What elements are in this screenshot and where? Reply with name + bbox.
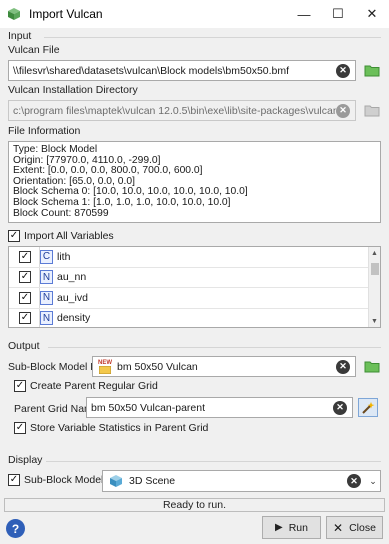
scroll-down-icon[interactable]: ▼ <box>369 315 380 327</box>
list-item[interactable]: ✓ N au_nn <box>9 267 380 288</box>
vulcan-file-value: \\filesvr\shared\datasets\vulcan\Block m… <box>13 64 290 77</box>
subblock-in-checkbox[interactable]: ✓ <box>8 474 20 486</box>
clear-icon[interactable]: ✕ <box>336 359 350 374</box>
folder-icon[interactable] <box>364 64 380 77</box>
create-parent-row[interactable]: ✓ Create Parent Regular Grid <box>14 380 158 392</box>
output-group-line <box>48 347 381 348</box>
subblock-in-label: Sub-Block Model in <box>24 474 115 486</box>
variable-name: density <box>57 312 91 325</box>
maximize-button[interactable]: ☐ <box>321 0 355 28</box>
vulcan-file-field[interactable]: \\filesvr\shared\datasets\vulcan\Block m… <box>8 60 356 81</box>
list-item[interactable]: ✓ N density <box>9 308 380 327</box>
store-stats-row[interactable]: ✓ Store Variable Statistics in Parent Gr… <box>14 422 208 434</box>
store-stats-checkbox[interactable]: ✓ <box>14 422 26 434</box>
run-button[interactable]: ▶ Run <box>262 516 321 539</box>
help-icon[interactable]: ? <box>6 519 25 538</box>
variable-name: au_ivd <box>57 291 88 304</box>
list-scrollbar[interactable]: ▲ ▼ <box>368 247 380 327</box>
scene-dropdown[interactable]: 3D Scene ✕ ⌄ <box>102 470 381 492</box>
vulcan-file-label: Vulcan File <box>8 44 60 56</box>
file-info-label: File Information <box>8 125 81 137</box>
parent-grid-value: bm 50x50 Vulcan-parent <box>91 401 206 414</box>
new-file-icon: NEW <box>97 360 113 374</box>
list-item[interactable]: ✓ C lith <box>9 247 380 268</box>
type-badge: N <box>40 270 53 285</box>
input-section-label: Input <box>8 30 32 42</box>
variable-checkbox[interactable]: ✓ <box>19 250 31 263</box>
close-icon: ✕ <box>333 520 344 535</box>
subblock-in-row[interactable]: ✓ Sub-Block Model in <box>8 474 114 486</box>
vulcan-cube-icon <box>8 8 20 20</box>
variable-checkbox[interactable]: ✓ <box>19 271 31 284</box>
display-section-label: Display <box>8 454 43 466</box>
variable-name: au_nn <box>57 271 87 284</box>
import-all-label: Import All Variables <box>24 230 114 242</box>
create-parent-label: Create Parent Regular Grid <box>30 380 158 392</box>
type-badge: N <box>40 311 53 326</box>
variables-list[interactable]: ✓ C lith ✓ N au_nn ✓ N au_ivd ✓ N densit… <box>8 246 381 328</box>
scroll-up-icon[interactable]: ▲ <box>369 247 380 259</box>
close-label: Close <box>349 521 376 534</box>
title-bar: Import Vulcan — ☐ ✕ <box>0 0 389 28</box>
store-stats-label: Store Variable Statistics in Parent Grid <box>30 422 209 434</box>
install-dir-field: c:\program files\maptek\vulcan 12.0.5\bi… <box>8 100 356 121</box>
install-dir-label: Vulcan Installation Directory <box>8 84 138 96</box>
scene-value: 3D Scene <box>129 475 176 487</box>
window-title: Import Vulcan <box>29 7 103 21</box>
import-all-checkbox[interactable]: ✓ <box>8 230 20 242</box>
status-bar: Ready to run. <box>4 498 385 512</box>
variable-name: lith <box>57 250 71 263</box>
close-button[interactable]: ✕ Close <box>326 516 383 539</box>
subblock-file-value: bm 50x50 Vulcan <box>117 360 198 373</box>
folder-icon <box>364 105 380 117</box>
magic-wand-icon[interactable] <box>358 398 378 417</box>
clear-icon[interactable]: ✕ <box>333 400 347 415</box>
clear-icon: ✕ <box>336 103 350 118</box>
scroll-thumb[interactable] <box>371 263 379 275</box>
display-group-line <box>46 461 381 462</box>
install-dir-value: c:\program files\maptek\vulcan 12.0.5\bi… <box>13 104 336 117</box>
type-badge: N <box>40 290 53 305</box>
variable-checkbox[interactable]: ✓ <box>19 312 31 325</box>
create-parent-checkbox[interactable]: ✓ <box>14 380 26 392</box>
input-group-line <box>44 37 381 38</box>
3d-scene-icon <box>110 475 122 487</box>
file-info-box: Type: Block Model Origin: [77970.0, 4110… <box>8 141 381 223</box>
list-item[interactable]: ✓ N au_ivd <box>9 288 380 309</box>
parent-grid-field[interactable]: bm 50x50 Vulcan-parent ✕ <box>86 397 353 418</box>
run-label: Run <box>288 521 308 534</box>
folder-icon[interactable] <box>364 360 380 373</box>
minimize-button[interactable]: — <box>287 0 321 28</box>
run-icon: ▶ <box>275 522 283 533</box>
variable-checkbox[interactable]: ✓ <box>19 291 31 304</box>
import-all-variables-row[interactable]: ✓ Import All Variables <box>8 230 114 242</box>
chevron-down-icon[interactable]: ⌄ <box>366 476 380 487</box>
output-section-label: Output <box>8 340 40 352</box>
close-window-button[interactable]: ✕ <box>355 0 389 28</box>
clear-icon[interactable]: ✕ <box>336 63 350 78</box>
clear-icon[interactable]: ✕ <box>347 474 361 488</box>
type-badge: C <box>40 249 53 264</box>
subblock-file-field[interactable]: NEW bm 50x50 Vulcan ✕ <box>92 356 356 377</box>
